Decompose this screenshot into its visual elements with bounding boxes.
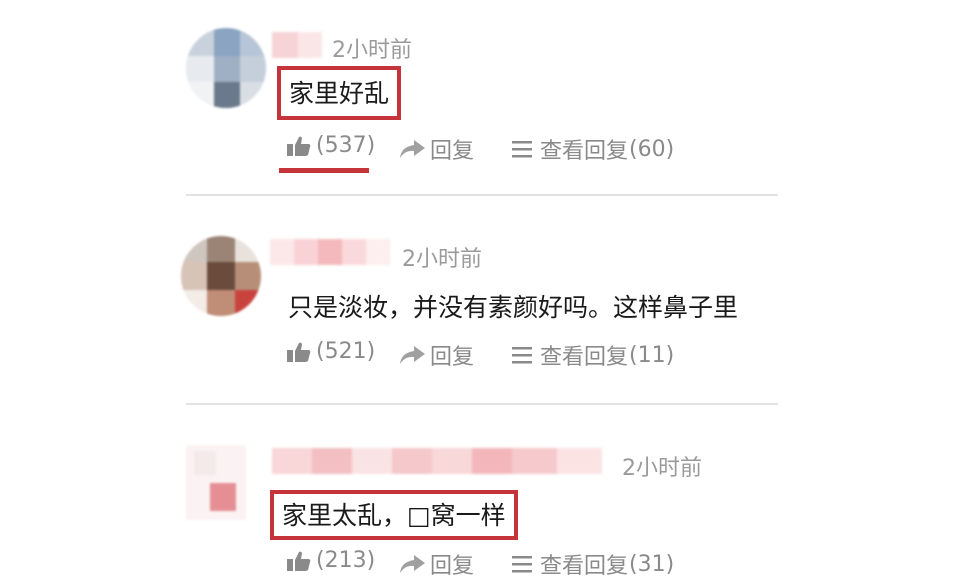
reply-label: 回复	[430, 139, 475, 164]
like-count: (521)	[316, 339, 376, 364]
reply-button[interactable]: 回复	[398, 133, 474, 165]
username-redacted[interactable]	[272, 448, 602, 474]
username-redacted[interactable]	[272, 32, 322, 58]
highlight-underline	[279, 168, 369, 173]
share-arrow-icon	[400, 140, 425, 158]
comment-actions: (213) 回复 查看回复 (31)	[280, 548, 740, 580]
like-count: (537)	[316, 133, 376, 158]
list-icon	[512, 347, 532, 364]
comment-content: 家里太乱，□窝一样	[270, 490, 518, 540]
comment-item: 2小时前 家里好乱 (537) 回复 查看回复 (60)	[0, 0, 954, 195]
avatar[interactable]	[186, 28, 266, 108]
reply-label: 回复	[430, 554, 475, 579]
thumbs-up-icon	[287, 551, 311, 571]
comment-actions: (521) 回复 查看回复 (11)	[280, 339, 740, 371]
view-replies-button[interactable]: 查看回复 (31)	[510, 548, 674, 580]
share-arrow-icon	[400, 346, 425, 364]
reply-count: (31)	[629, 551, 675, 577]
like-button[interactable]: (213)	[286, 548, 375, 573]
view-replies-button[interactable]: 查看回复 (60)	[510, 133, 674, 165]
view-replies-button[interactable]: 查看回复 (11)	[510, 339, 674, 371]
view-replies-label: 查看回复	[540, 139, 629, 164]
comment-content: 只是淡妆，并没有素颜好吗。这样鼻子里	[288, 293, 739, 322]
username-redacted[interactable]	[270, 239, 390, 265]
comment-time: 2小时前	[332, 38, 412, 63]
comment-item: 2小时前 只是淡妆，并没有素颜好吗。这样鼻子里 (521) 回复 查看回复 (1…	[0, 196, 954, 404]
comment-time: 2小时前	[622, 456, 702, 481]
avatar[interactable]	[186, 445, 246, 520]
comment-item: 2小时前 家里太乱，□窝一样 (213) 回复 查看回复 (31)	[0, 405, 954, 579]
reply-label: 回复	[430, 345, 475, 370]
list-icon	[512, 141, 532, 158]
like-count: (213)	[316, 548, 376, 573]
thumbs-up-icon	[287, 342, 311, 362]
view-replies-label: 查看回复	[540, 345, 629, 370]
avatar[interactable]	[181, 236, 261, 316]
view-replies-label: 查看回复	[540, 554, 629, 579]
comment-time: 2小时前	[402, 247, 482, 272]
reply-count: (11)	[629, 342, 675, 368]
thumbs-up-icon	[287, 136, 311, 156]
like-button[interactable]: (521)	[286, 339, 375, 364]
like-button[interactable]: (537)	[286, 133, 375, 158]
reply-button[interactable]: 回复	[398, 548, 474, 580]
reply-count: (60)	[629, 136, 675, 162]
reply-button[interactable]: 回复	[398, 339, 474, 371]
comment-content: 家里好乱	[277, 66, 402, 120]
comment-actions: (537) 回复 查看回复 (60)	[280, 133, 740, 165]
